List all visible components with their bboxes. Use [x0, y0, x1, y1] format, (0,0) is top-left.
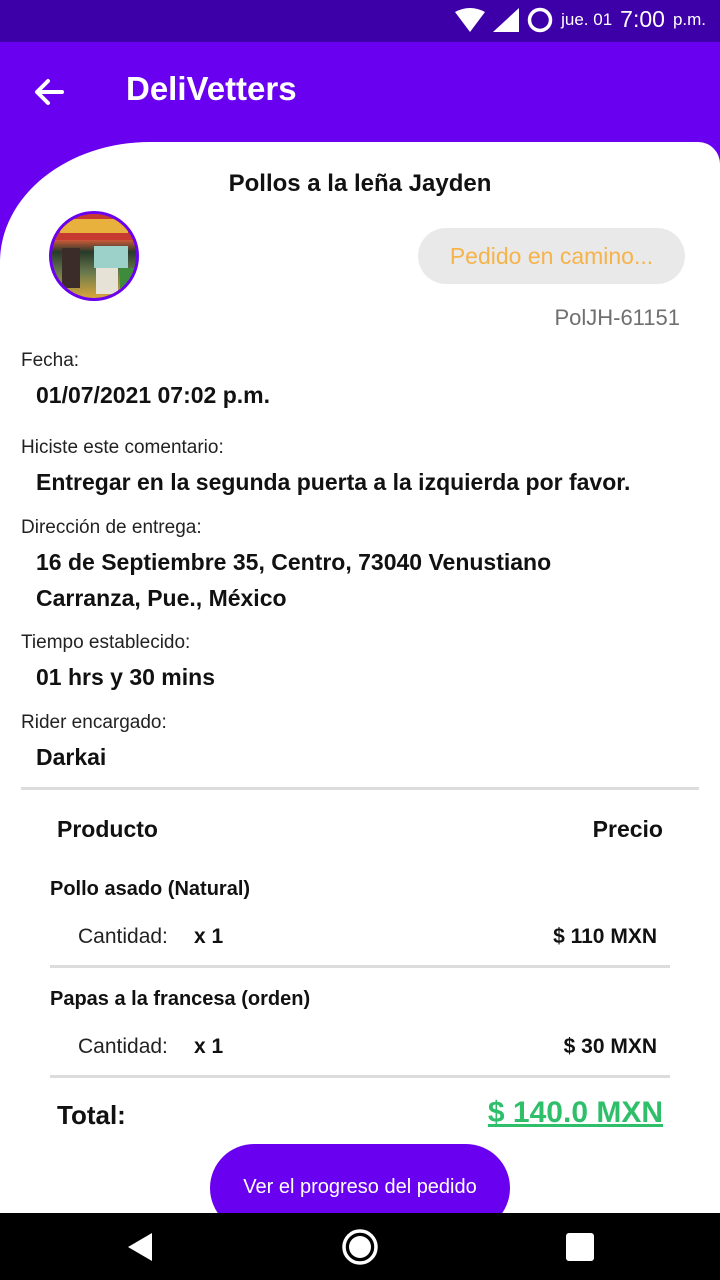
status-icons: jue. 01 7:00 p.m. [455, 6, 706, 33]
navigation-bar [0, 1213, 720, 1280]
nav-home-button[interactable] [340, 1227, 380, 1267]
store-name: Pollos a la leña Jayden [228, 170, 492, 197]
status-time-suffix: p.m. [672, 9, 706, 29]
time-label: Tiempo establecido: [21, 632, 191, 653]
row-divider [50, 965, 670, 968]
product-price: $ 30 MXN [563, 1035, 657, 1058]
header-price: Precio [592, 816, 663, 842]
quantity-value: x 1 [194, 1035, 224, 1058]
row-divider [50, 1075, 670, 1078]
address-value: 16 de Septiembre 35, Centro, 73040 Venus… [36, 549, 552, 611]
app-bar: DeliVetters [0, 42, 720, 142]
time-value: 01 hrs y 30 mins [36, 664, 215, 690]
store-avatar [49, 211, 139, 301]
comment-label: Hiciste este comentario: [21, 437, 224, 458]
section-divider [21, 787, 699, 790]
rider-value: Darkai [36, 744, 107, 770]
rider-label: Rider encargado: [21, 712, 167, 733]
order-status-badge: Pedido en camino... [418, 228, 685, 284]
header-product: Producto [57, 816, 158, 842]
product-price: $ 110 MXN [553, 925, 657, 948]
app-title: DeliVetters [126, 70, 297, 107]
total-label: Total: [57, 1100, 126, 1130]
signal-icon [493, 7, 520, 32]
wifi-icon [455, 7, 486, 32]
comment-value: Entregar en la segunda puerta a la izqui… [36, 469, 631, 495]
date-label: Fecha: [21, 350, 80, 371]
back-button[interactable] [30, 72, 70, 112]
circle-home-icon [342, 1229, 378, 1265]
date-value: 01/07/2021 07:02 p.m. [36, 382, 270, 408]
battery-ring-icon [527, 7, 553, 32]
quantity-label: Cantidad: [78, 925, 168, 948]
square-recents-icon [566, 1233, 594, 1261]
arrow-left-icon [35, 79, 64, 105]
product-name: Papas a la francesa (orden) [50, 988, 311, 1010]
nav-back-button[interactable] [122, 1227, 162, 1267]
quantity-label: Cantidad: [78, 1035, 168, 1058]
status-time: 7:00 [620, 6, 665, 32]
quantity-value: x 1 [194, 925, 224, 948]
product-name: Pollo asado (Natural) [50, 878, 251, 900]
store-photo-icon [52, 214, 136, 294]
triangle-back-icon [128, 1233, 152, 1261]
address-label: Dirección de entrega: [21, 517, 202, 538]
status-date: jue. 01 [561, 9, 613, 29]
view-progress-button[interactable]: Ver el progreso del pedido [210, 1144, 510, 1213]
order-code: PolJH-61151 [554, 305, 680, 330]
status-bar: jue. 01 7:00 p.m. [0, 0, 720, 42]
order-detail-card: Pollos a la leña Jayden Pedido en camino… [0, 142, 720, 1213]
total-value[interactable]: $ 140.0 MXN [488, 1096, 663, 1130]
nav-recents-button[interactable] [560, 1227, 600, 1267]
